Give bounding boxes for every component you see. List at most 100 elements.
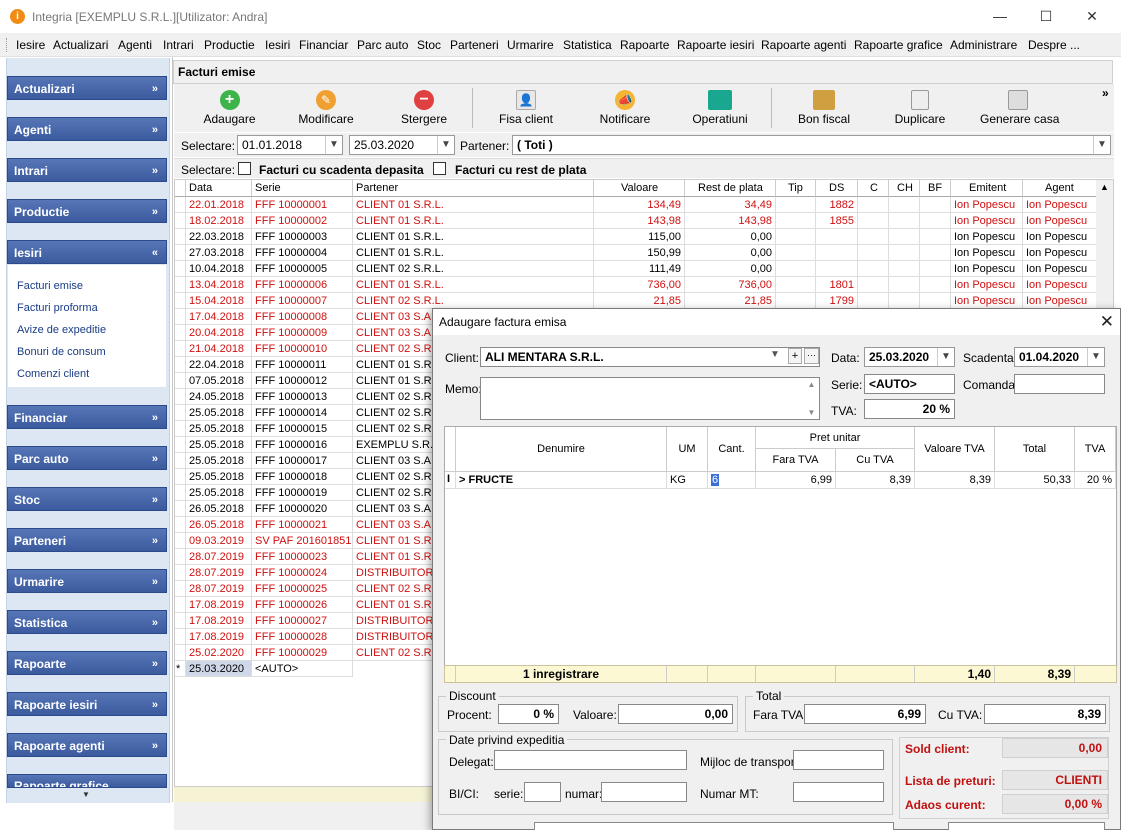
col-header-emitent[interactable]: Emitent	[951, 180, 1023, 197]
sidebar-group-rapoarte[interactable]: Rapoarte »	[7, 651, 167, 675]
scadenta-checkbox[interactable]	[238, 162, 251, 175]
cell-rest[interactable]: 34,49	[685, 197, 776, 213]
cell-bf[interactable]	[920, 277, 951, 293]
cell-data[interactable]: 17.08.2019	[186, 613, 252, 629]
row-indicator[interactable]	[175, 517, 186, 533]
numar-mt-field[interactable]	[793, 782, 884, 802]
cell-ch[interactable]	[889, 277, 920, 293]
row-indicator[interactable]	[175, 293, 186, 309]
date-to-picker[interactable]: 25.03.2020 ▼	[349, 135, 455, 155]
cell-emitent[interactable]: Ion Popescu	[951, 229, 1023, 245]
sidebar-group-rapoarte-iesiri[interactable]: Rapoarte iesiri »	[7, 692, 167, 716]
cell-data[interactable]: 28.07.2019	[186, 565, 252, 581]
row-indicator[interactable]	[175, 437, 186, 453]
modificare-button[interactable]: ✎ Modificare	[296, 90, 356, 126]
cell-serie[interactable]: FFF 10000024	[252, 565, 353, 581]
col-header-ch[interactable]: CH	[889, 180, 920, 197]
memo-field[interactable]: ▲ ▼	[480, 377, 820, 420]
cell-tip[interactable]	[776, 261, 816, 277]
cell-data[interactable]: 10.04.2018	[186, 261, 252, 277]
cell-partener[interactable]: CLIENT 01 S.R.L.	[353, 277, 594, 293]
cell-c[interactable]	[858, 293, 889, 309]
menu-rapoarte-iesiri[interactable]: Rapoarte iesiri	[677, 38, 754, 52]
col-header-cu-tva[interactable]: Cu TVA	[836, 449, 915, 472]
cell-ds[interactable]	[816, 229, 858, 245]
cell-ds[interactable]	[816, 261, 858, 277]
cell-agent[interactable]: Ion Popescu	[1023, 229, 1097, 245]
sidebar-group-rapoarte-agenti[interactable]: Rapoarte agenti »	[7, 733, 167, 757]
comanda-field[interactable]	[1014, 374, 1105, 394]
cell-serie[interactable]: FFF 10000004	[252, 245, 353, 261]
row-indicator[interactable]	[175, 501, 186, 517]
maximize-button[interactable]: ☐	[1023, 0, 1069, 33]
menu-stoc[interactable]: Stoc	[417, 38, 441, 52]
cell-tip[interactable]	[776, 277, 816, 293]
cell-serie[interactable]: FFF 10000027	[252, 613, 353, 629]
row-indicator[interactable]	[175, 309, 186, 325]
cell-tip[interactable]	[776, 197, 816, 213]
menu-agenti[interactable]: Agenti	[118, 38, 152, 52]
line-cant[interactable]: 6	[711, 474, 720, 486]
cell-data[interactable]: 18.02.2018	[186, 213, 252, 229]
cell-valoare[interactable]: 736,00	[594, 277, 685, 293]
cell-valoare[interactable]: 115,00	[594, 229, 685, 245]
adaugare-button[interactable]: + Adaugare	[202, 90, 257, 126]
cell-ch[interactable]	[889, 245, 920, 261]
cell-serie[interactable]: FFF 10000010	[252, 341, 353, 357]
chevron-down-icon[interactable]: ▼	[1087, 348, 1104, 366]
sidebar-item-bonuri-consum[interactable]: Bonuri de consum	[17, 346, 106, 358]
row-indicator[interactable]	[175, 245, 186, 261]
sidebar-group-rapoarte-grafice[interactable]: Rapoarte grafice	[7, 774, 167, 788]
row-indicator[interactable]	[175, 277, 186, 293]
cell-ch[interactable]	[889, 261, 920, 277]
cell-rest[interactable]: 0,00	[685, 229, 776, 245]
chevron-down-icon[interactable]: ▼	[1093, 136, 1110, 154]
cell-agent[interactable]: Ion Popescu	[1023, 293, 1097, 309]
row-indicator[interactable]	[175, 453, 186, 469]
cell-data[interactable]: 26.05.2018	[186, 501, 252, 517]
bici-serie-field[interactable]	[524, 782, 561, 802]
cell-data[interactable]: 09.03.2019	[186, 533, 252, 549]
cell-data[interactable]: 22.03.2018	[186, 229, 252, 245]
col-header-c[interactable]: C	[858, 180, 889, 197]
cell-data[interactable]: 22.04.2018	[186, 357, 252, 373]
cell-data[interactable]: 17.08.2019	[186, 597, 252, 613]
cell-emitent[interactable]: Ion Popescu	[951, 293, 1023, 309]
add-client-icon[interactable]: +	[788, 348, 802, 364]
cell-valoare[interactable]: 21,85	[594, 293, 685, 309]
cell-serie[interactable]: FFF 10000009	[252, 325, 353, 341]
cell-emitent[interactable]: Ion Popescu	[951, 245, 1023, 261]
cell-emitent[interactable]: Ion Popescu	[951, 213, 1023, 229]
cell-ch[interactable]	[889, 293, 920, 309]
cell-rest[interactable]: 0,00	[685, 261, 776, 277]
cell-data[interactable]: 27.03.2018	[186, 245, 252, 261]
sidebar-item-facturi-emise[interactable]: Facturi emise	[17, 280, 83, 292]
cell-serie[interactable]: FFF 10000019	[252, 485, 353, 501]
agent-field[interactable]	[534, 822, 894, 830]
cell-serie[interactable]: FFF 10000021	[252, 517, 353, 533]
cell-rest[interactable]: 736,00	[685, 277, 776, 293]
row-indicator[interactable]	[175, 229, 186, 245]
memo-scrollbar[interactable]: ▲ ▼	[805, 378, 818, 419]
menu-iesiri[interactable]: Iesiri	[265, 38, 290, 52]
cell-serie[interactable]: FFF 10000006	[252, 277, 353, 293]
cell-serie[interactable]: FFF 10000018	[252, 469, 353, 485]
cell-agent[interactable]: Ion Popescu	[1023, 213, 1097, 229]
cell-data[interactable]: 25.05.2018	[186, 421, 252, 437]
col-header-cant[interactable]: Cant.	[708, 427, 756, 472]
menu-urmarire[interactable]: Urmarire	[507, 38, 554, 52]
row-indicator[interactable]	[175, 389, 186, 405]
menu-parc-auto[interactable]: Parc auto	[357, 38, 408, 52]
data-picker[interactable]: 25.03.2020 ▼	[864, 347, 955, 367]
cell-emitent[interactable]: Ion Popescu	[951, 277, 1023, 293]
line-um[interactable]: KG	[667, 472, 708, 489]
fisa-client-button[interactable]: 👤 Fisa client	[496, 90, 556, 126]
line-cu-tva[interactable]: 8,39	[836, 472, 915, 489]
col-header-denumire[interactable]: Denumire	[456, 427, 667, 472]
menu-rapoarte[interactable]: Rapoarte	[620, 38, 669, 52]
col-header-rest[interactable]: Rest de plata	[685, 180, 776, 197]
menu-despre[interactable]: Despre ...	[1028, 38, 1080, 52]
cell-serie[interactable]: FFF 10000002	[252, 213, 353, 229]
cell-rest[interactable]: 0,00	[685, 245, 776, 261]
sidebar-group-actualizari[interactable]: Actualizari »	[7, 76, 167, 100]
